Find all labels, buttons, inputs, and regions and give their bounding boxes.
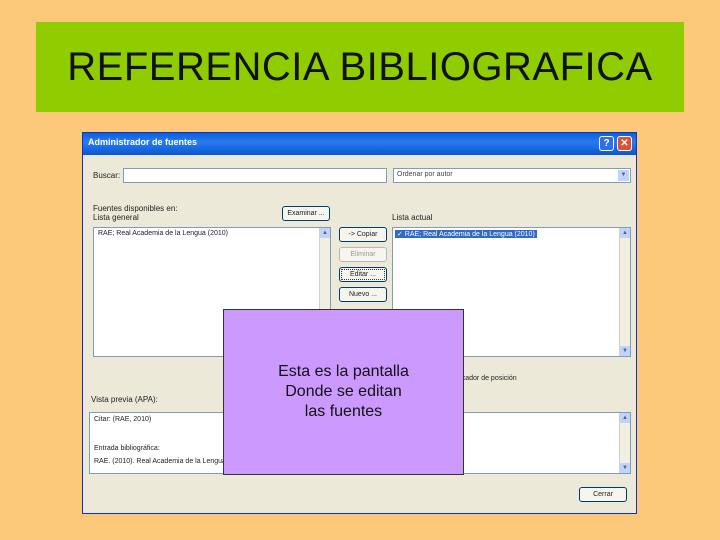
scroll-down-icon[interactable]: ▼ [620,346,630,356]
edit-button[interactable]: Editar ... [339,267,387,282]
close-icon[interactable]: ✕ [617,136,632,151]
close-button[interactable]: Cerrar [579,487,627,502]
delete-button[interactable]: Eliminar [339,247,387,262]
scrollbar[interactable]: ▲ ▼ [619,228,630,356]
sort-dropdown[interactable]: Ordenar por autor ▼ [393,168,631,183]
current-list-label: Lista actual [392,213,433,222]
browse-button[interactable]: Examinar ... [282,206,330,221]
scroll-down-icon[interactable]: ▼ [620,463,630,473]
search-label: Buscar: [93,171,121,180]
chevron-down-icon[interactable]: ▼ [618,170,629,181]
help-button[interactable]: ? [599,136,614,151]
preview-label: Vista previa (APA): [91,395,158,404]
scroll-up-icon[interactable]: ▲ [620,228,630,238]
callout-text: Esta es la pantalla Donde se editan las … [278,363,409,420]
preview-line: Entrada bibliográfica: [94,445,160,452]
scrollbar[interactable]: ▲ ▼ [619,413,630,473]
list-item[interactable]: ✓ RAE; Real Academia de la Lengua (2010) [395,230,537,238]
preview-line: RAE. (2010). Real Academia de la Lengua. [94,458,228,465]
new-button[interactable]: Nuevo ... [339,287,387,302]
copy-button[interactable]: -> Copiar [339,227,387,242]
sort-value: Ordenar por autor [397,171,453,178]
callout-box: Esta es la pantalla Donde se editan las … [223,309,464,475]
dialog-title: Administrador de fuentes [88,137,198,147]
scroll-up-icon[interactable]: ▲ [620,413,630,423]
slide-title: REFERENCIA BIBLIOGRAFICA [67,44,653,89]
preview-line: Citar: (RAE, 2010) [94,416,152,423]
search-input[interactable] [123,168,387,183]
slide-title-box: REFERENCIA BIBLIOGRAFICA [36,22,684,112]
scroll-up-icon[interactable]: ▲ [320,228,330,238]
master-list-label: Lista general [93,213,139,222]
sources-label: Fuentes disponibles en: [93,204,178,213]
list-item[interactable]: RAE; Real Academia de la Lengua (2010) [96,230,230,237]
dialog-titlebar[interactable]: Administrador de fuentes ? ✕ [83,133,636,155]
